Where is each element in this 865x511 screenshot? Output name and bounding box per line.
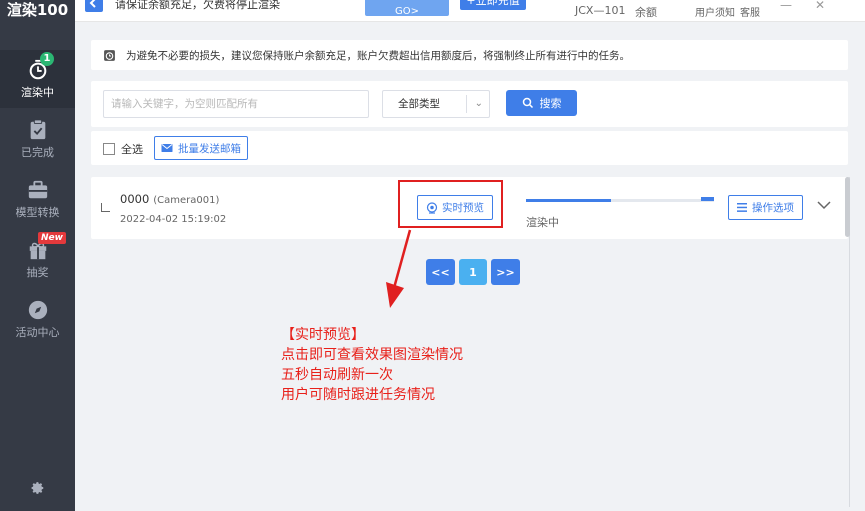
compass-icon [28,300,47,319]
search-icon [522,97,533,109]
chevron-down-icon[interactable] [817,201,831,210]
checkbox[interactable] [103,143,115,155]
sidebar-item-label: 渲染中 [21,85,54,99]
arrow-left-icon [89,0,96,8]
notice-text: 为避免不必要的损失，建议您保持账户余额充足，账户欠费超出信用额度后，将强制终止所… [126,49,630,62]
menu-icon [737,203,747,212]
back-button[interactable] [85,0,103,12]
sidebar: 渲染100 渲染中 1 已完成 模型转换 抽奖 New 活动中心 [0,0,75,511]
chevron-down-icon: ⌄ [474,98,483,109]
main-content: 为避免不必要的损失，建议您保持账户余额充足，账户欠费超出信用额度后，将强制终止所… [75,22,865,511]
pager-next-button[interactable]: >> [491,259,520,285]
close-button[interactable]: ✕ [815,0,825,12]
go-button[interactable]: GO> [365,0,449,17]
task-status: 渲染中 [526,216,559,229]
clipboard-check-icon [30,118,45,139]
task-name: 0000 (Camera001) [120,192,220,206]
sidebar-item-label: 模型转换 [15,205,60,219]
task-camera: (Camera001) [153,195,220,206]
select-all-checkbox[interactable]: 全选 [103,141,143,157]
sidebar-item-label: 活动中心 [15,325,60,339]
mail-icon [161,144,173,152]
settings-button[interactable] [0,470,75,506]
row-checkbox[interactable] [101,203,110,212]
sidebar-item-label: 已完成 [21,145,54,159]
batch-mail-button[interactable]: 批量发送邮箱 [154,136,248,160]
customer-service-link[interactable]: 客服 [740,4,760,19]
sidebar-item-lottery[interactable]: 抽奖 New [0,230,75,288]
top-bar: 请保证余额充足，欠费将停止渲染 GO> +立即充值 JCX—101 余额 用户须… [75,0,865,22]
search-button[interactable]: 搜索 [506,90,577,116]
sidebar-item-activity-center[interactable]: 活动中心 [0,290,75,348]
type-select-value: 全部类型 [398,98,440,110]
sidebar-item-rendering[interactable]: 渲染中 1 [0,50,75,108]
progress-fill [526,199,611,202]
progress-bar [526,199,714,202]
task-time: 2022-04-02 15:19:02 [120,214,227,225]
sidebar-item-completed[interactable]: 已完成 [0,110,75,168]
minimize-button[interactable]: — [780,0,792,12]
task-count-badge: 1 [40,52,54,66]
action-bar: 全选 批量发送邮箱 [91,131,848,165]
balance-label[interactable]: 余额 [635,4,657,20]
briefcase-icon [28,180,47,198]
annotation-arrow [386,229,412,308]
type-select[interactable]: 全部类型 ⌄ [382,90,490,118]
annotation-highlight-box [398,180,503,228]
select-all-label: 全选 [121,143,143,156]
progress-end-marker [701,197,714,201]
options-button[interactable]: 操作选项 [728,195,803,220]
sidebar-item-label: 抽奖 [26,265,49,279]
filter-bar: 全部类型 ⌄ 搜索 [91,81,848,127]
app-logo: 渲染100 [6,0,69,19]
gear-icon [31,482,43,494]
username: JCX—101 [575,4,626,17]
stopwatch-icon [104,49,115,61]
notice-bar: 为避免不必要的损失，建议您保持账户余额充足，账户欠费超出信用额度后，将强制终止所… [91,40,848,70]
scrollbar-thumb[interactable] [845,177,850,237]
sidebar-item-model-convert[interactable]: 模型转换 [0,170,75,228]
pager-page-button[interactable]: 1 [459,259,487,285]
recharge-button[interactable]: +立即充值 [460,0,526,10]
search-input[interactable] [103,90,369,118]
new-badge: New [38,232,66,244]
top-notice: 请保证余额充足，欠费将停止渲染 [115,0,280,11]
annotation-text: 【实时预览】 点击即可查看效果图渲染情况 五秒自动刷新一次 用户可随时跟进任务情… [281,327,463,403]
pager-prev-button[interactable]: << [426,259,455,285]
user-notice-link[interactable]: 用户须知 [695,4,735,19]
